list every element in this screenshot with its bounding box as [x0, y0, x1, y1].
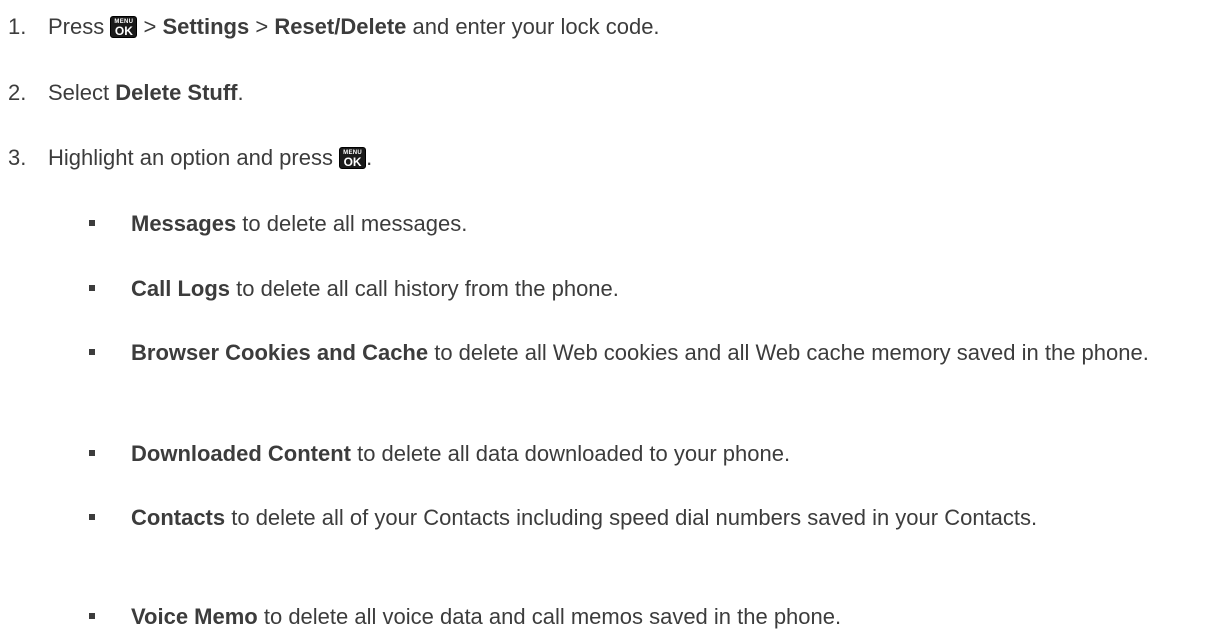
step-bold-term: Delete Stuff — [115, 80, 238, 105]
square-bullet-icon — [89, 285, 95, 291]
square-bullet-icon — [89, 450, 95, 456]
option-description: to delete all voice data and call memos … — [257, 604, 842, 629]
menu-ok-key-icon: MENU OK — [110, 16, 138, 38]
instructions-document: 1. Press MENU OK > Settings > Reset/Delete… — [0, 0, 1210, 643]
option-list-item: Downloaded Content to delete all data do… — [89, 437, 1204, 471]
option-name: Contacts — [131, 505, 226, 530]
option-text: Browser Cookies and Cache to delete all … — [131, 336, 1204, 370]
step-text: Highlight an option and press MENU OK. — [48, 145, 372, 170]
key-label-bottom: OK — [343, 155, 362, 169]
option-text: Downloaded Content to delete all data do… — [131, 437, 1204, 471]
option-list-item: Messages to delete all messages. — [89, 207, 1204, 241]
step-number: 1. — [8, 14, 27, 39]
option-description: to delete all Web cookies and all Web ca… — [428, 340, 1149, 365]
option-name: Voice Memo — [131, 604, 258, 629]
step-text-part: > — [249, 14, 275, 39]
option-description: to delete all messages. — [236, 211, 468, 236]
option-text: Messages to delete all messages. — [131, 207, 1204, 241]
option-text: Call Logs to delete all call history fro… — [131, 272, 1204, 306]
key-label-bottom: OK — [114, 24, 133, 38]
step-text: Select Delete Stuff. — [48, 80, 244, 105]
step-text-part: Highlight an option and press — [48, 145, 340, 170]
step-text-part: and enter your lock code. — [406, 14, 660, 39]
step-bold-term: Reset/Delete — [274, 14, 407, 39]
option-name: Messages — [131, 211, 237, 236]
step-2: 2. Select Delete Stuff. — [8, 78, 244, 108]
option-list-item: Voice Memo to delete all voice data and … — [89, 600, 1204, 634]
option-text: Voice Memo to delete all voice data and … — [131, 600, 1204, 634]
step-text-part: > — [137, 14, 163, 39]
step-text: Press MENU OK > Settings > Reset/Delete a… — [48, 14, 660, 39]
option-list-item: Contacts to delete all of your Contacts … — [89, 501, 1204, 535]
option-description: to delete all call history from the phon… — [230, 276, 619, 301]
option-name: Call Logs — [131, 276, 231, 301]
step-number: 3. — [8, 145, 27, 170]
step-3: 3. Highlight an option and press MENU OK. — [8, 143, 372, 173]
step-text-part: . — [366, 145, 373, 170]
option-name: Browser Cookies and Cache — [131, 340, 429, 365]
step-text-part: Select — [48, 80, 116, 105]
menu-ok-key-icon: MENU OK — [339, 147, 367, 169]
step-text-part: . — [237, 80, 244, 105]
square-bullet-icon — [89, 613, 95, 619]
option-description: to delete all of your Contacts including… — [225, 505, 1038, 530]
option-list-item: Call Logs to delete all call history fro… — [89, 272, 1204, 306]
option-name: Downloaded Content — [131, 441, 351, 466]
option-description: to delete all data downloaded to your ph… — [350, 441, 791, 466]
square-bullet-icon — [89, 514, 95, 520]
square-bullet-icon — [89, 349, 95, 355]
step-text-part: Press — [48, 14, 111, 39]
option-text: Contacts to delete all of your Contacts … — [131, 501, 1204, 535]
square-bullet-icon — [89, 220, 95, 226]
step-bold-term: Settings — [162, 14, 250, 39]
step-1: 1. Press MENU OK > Settings > Reset/Delete… — [8, 12, 660, 42]
option-list-item: Browser Cookies and Cache to delete all … — [89, 336, 1204, 370]
step-number: 2. — [8, 80, 27, 105]
